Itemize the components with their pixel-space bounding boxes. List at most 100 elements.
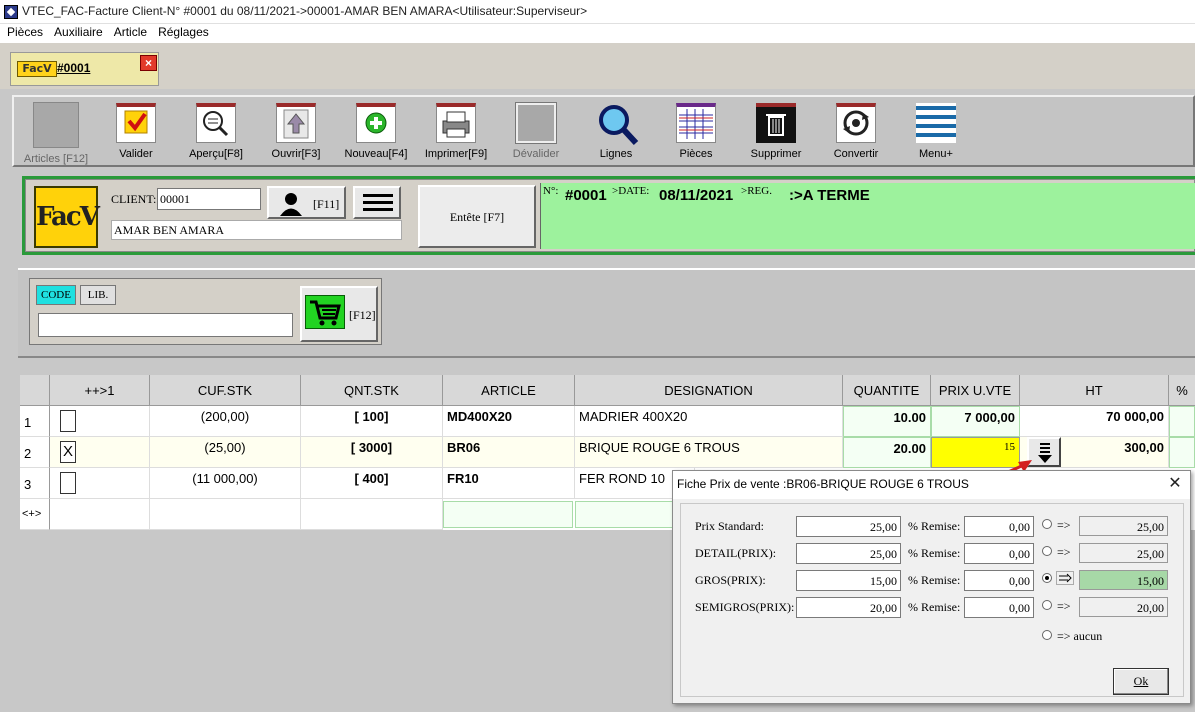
client-lookup-button[interactable]: [F11] (267, 186, 346, 219)
cart-button[interactable]: [F12] (300, 286, 378, 342)
magnifier-icon (196, 103, 236, 143)
convertir-label: Convertir (833, 148, 879, 160)
supprimer-button[interactable]: Supprimer (736, 103, 816, 165)
apercu-button[interactable]: Aperçu[F8] (176, 103, 256, 165)
article-input-cell[interactable] (443, 501, 573, 528)
menu-article[interactable]: Article (107, 24, 151, 39)
quantite-cell[interactable]: 20.00 (843, 437, 931, 468)
price-radio[interactable] (1042, 519, 1052, 529)
plus-icon (356, 103, 396, 143)
menu-reglages[interactable]: Réglages (151, 24, 213, 39)
price-radio[interactable] (1042, 600, 1052, 610)
menu-bar: Pièces Auxiliaire Article Réglages (0, 24, 1195, 43)
cart-icon (305, 295, 345, 329)
prix-cell[interactable]: 7 000,00 (931, 406, 1020, 437)
col-header-quantite[interactable]: QUANTITE (843, 375, 931, 406)
toolbar: Articles [F12] Valider Aperçu[F8] Ouvrir… (12, 95, 1195, 167)
designation-cell[interactable]: BRIQUE ROUGE 6 TROUS (575, 437, 843, 468)
document-info-panel: N°: #0001 >DATE: 08/11/2021 >REG. :>A TE… (540, 183, 1195, 249)
remise-input[interactable]: 0,00 (964, 570, 1034, 591)
remise-input[interactable]: 0,00 (964, 597, 1034, 618)
row-number: 2 (20, 437, 50, 468)
table-row[interactable]: 1 (200,00) [ 100] MD400X20 MADRIER 400X2… (20, 406, 1195, 437)
row-checkbox[interactable] (60, 472, 76, 494)
row-check-cell (50, 406, 150, 437)
col-header-designation[interactable]: DESIGNATION (575, 375, 843, 406)
client-code-input[interactable]: 00001 (157, 188, 261, 210)
valider-button[interactable]: Valider (96, 103, 176, 165)
remise-input[interactable]: 0,00 (964, 543, 1034, 564)
article-cell[interactable]: MD400X20 (443, 406, 575, 437)
search-mode-code[interactable]: CODE (36, 285, 76, 305)
col-header-percent[interactable]: % (1169, 375, 1195, 406)
new-row-marker[interactable]: <+> (20, 499, 50, 530)
cart-button-label: [F12] (349, 308, 376, 322)
col-header-prix[interactable]: PRIX U.VTE (931, 375, 1020, 406)
devalider-label: Dévalider (512, 148, 560, 160)
tab-label: #0001 (57, 61, 91, 75)
col-header-ht[interactable]: HT (1020, 375, 1169, 406)
ouvrir-button[interactable]: Ouvrir[F3] (256, 103, 336, 165)
price-result: 20,00 (1079, 597, 1168, 617)
menu-pieces[interactable]: Pièces (0, 24, 47, 39)
price-input[interactable]: 25,00 (796, 543, 901, 564)
blank-icon (33, 102, 79, 148)
dialog-close-icon[interactable]: ✕ (1165, 475, 1185, 495)
arrow-label: => (1057, 545, 1071, 559)
nouveau-button[interactable]: Nouveau[F4] (336, 103, 416, 165)
grid-icon (676, 103, 716, 143)
col-header-check[interactable]: ++>1 (50, 375, 150, 406)
articles-button[interactable]: Articles [F12] (16, 102, 96, 165)
lignes-button[interactable]: Lignes (576, 103, 656, 165)
row-number: 1 (20, 406, 50, 437)
check-icon (116, 103, 156, 143)
articles-label: Articles [F12] (23, 153, 89, 165)
close-tab-icon[interactable]: × (140, 55, 157, 71)
search-icon (596, 103, 639, 146)
quantite-cell[interactable]: 10.00 (843, 406, 931, 437)
client-menu-button[interactable] (353, 186, 401, 219)
row-number: 3 (20, 468, 50, 499)
facv-logo-small: FacV (17, 61, 57, 77)
arrow-label: => (1057, 518, 1071, 532)
lignes-label: Lignes (599, 148, 633, 160)
tab-document[interactable]: FacV #0001 × (10, 52, 159, 86)
dialog-title: Fiche Prix de vente :BR06-BRIQUE ROUGE 6… (673, 471, 1190, 499)
arrow-label: => (1057, 599, 1071, 613)
date-label: >DATE: (612, 185, 650, 197)
convertir-button[interactable]: Convertir (816, 103, 896, 165)
col-header-article[interactable]: ARTICLE (443, 375, 575, 406)
percent-cell[interactable] (1169, 437, 1195, 468)
designation-cell[interactable]: MADRIER 400X20 (575, 406, 843, 437)
apercu-label: Aperçu[F8] (189, 148, 243, 160)
percent-cell[interactable] (1169, 406, 1195, 437)
article-search-input[interactable] (38, 313, 293, 337)
price-radio[interactable] (1042, 546, 1052, 556)
search-mode-lib[interactable]: LIB. (80, 285, 116, 305)
pieces-button[interactable]: Pièces (656, 103, 736, 165)
devalider-button[interactable]: Dévalider (496, 102, 576, 165)
none-radio[interactable] (1042, 630, 1052, 640)
col-header-num (20, 375, 50, 406)
price-input[interactable]: 20,00 (796, 597, 901, 618)
remise-input[interactable]: 0,00 (964, 516, 1034, 537)
remise-label: % Remise: (908, 546, 961, 560)
col-header-qnt-stk[interactable]: QNT.STK (301, 375, 443, 406)
article-cell[interactable]: FR10 (443, 468, 575, 499)
nouveau-label: Nouveau[F4] (344, 148, 408, 160)
designation-input-cell[interactable] (575, 501, 675, 528)
imprimer-button[interactable]: Imprimer[F9] (416, 103, 496, 165)
price-input[interactable]: 15,00 (796, 570, 901, 591)
row-checkbox[interactable]: X (60, 441, 76, 463)
price-radio-selected[interactable] (1042, 573, 1052, 583)
article-cell[interactable]: BR06 (443, 437, 575, 468)
col-header-cuf-stk[interactable]: CUF.STK (150, 375, 301, 406)
price-input[interactable]: 25,00 (796, 516, 901, 537)
reg-label: >REG. (741, 185, 772, 197)
menu-plus-button[interactable]: Menu+ (896, 103, 976, 165)
client-name-field[interactable]: AMAR BEN AMARA (111, 220, 402, 240)
ok-button[interactable]: Ok (1113, 668, 1169, 695)
menu-auxiliaire[interactable]: Auxiliaire (47, 24, 107, 39)
entete-button[interactable]: Entête [F7] (418, 185, 536, 248)
row-checkbox[interactable] (60, 410, 76, 432)
